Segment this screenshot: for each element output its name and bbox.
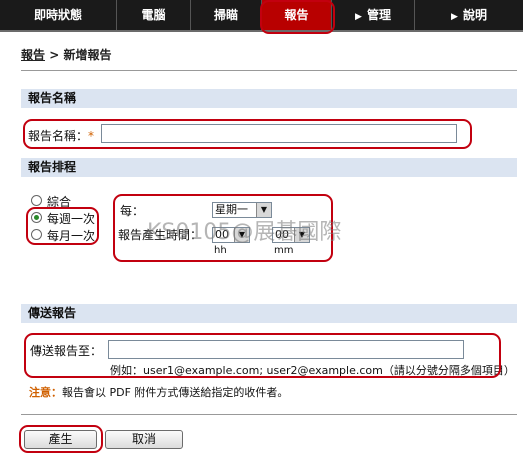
highlight-reports-tab [260,0,335,34]
breadcrumb-parent-link[interactable]: 報告 [21,48,45,62]
note-label: 注意： [29,386,62,399]
breadcrumb-divider [21,70,517,71]
highlight-frequency-options [26,207,99,245]
tab-scan-label: 掃瞄 [213,8,238,22]
breadcrumb-current: 新增報告 [63,48,112,62]
radio-summary[interactable] [31,195,42,206]
tab-admin[interactable]: ▶ 管理 [332,0,415,30]
tab-admin-label: 管理 [366,8,391,22]
highlight-create-button [19,425,103,453]
tab-admin-arrow-icon: ▶ [355,12,362,22]
note: 注意：報告會以 PDF 附件方式傳送給指定的收件者。 [29,384,288,400]
breadcrumb-separator: > [49,48,60,62]
section-header-report-name: 報告名稱 [21,89,517,108]
tab-scan[interactable]: 掃瞄 [191,0,262,30]
tab-computers-label: 電腦 [141,8,166,22]
tab-help[interactable]: ▶ 說明 [415,0,523,30]
cancel-button[interactable]: 取消 [105,430,183,449]
tab-help-arrow-icon: ▶ [451,12,458,22]
note-text: 報告會以 PDF 附件方式傳送給指定的收件者。 [62,386,289,399]
tab-help-label: 說明 [462,8,487,22]
watermark-text: KS0105@展碁國際 [147,220,342,245]
highlight-send-to [24,333,501,378]
highlight-report-name [23,119,472,149]
bottom-divider [21,414,517,415]
section-header-schedule: 報告排程 [21,158,517,177]
section-header-send-report: 傳送報告 [21,304,517,323]
tab-status[interactable]: 即時狀態 [0,0,117,30]
tab-status-label: 即時狀態 [33,8,82,22]
breadcrumb: 報告 > 新增報告 [21,46,111,63]
tab-computers[interactable]: 電腦 [117,0,191,30]
